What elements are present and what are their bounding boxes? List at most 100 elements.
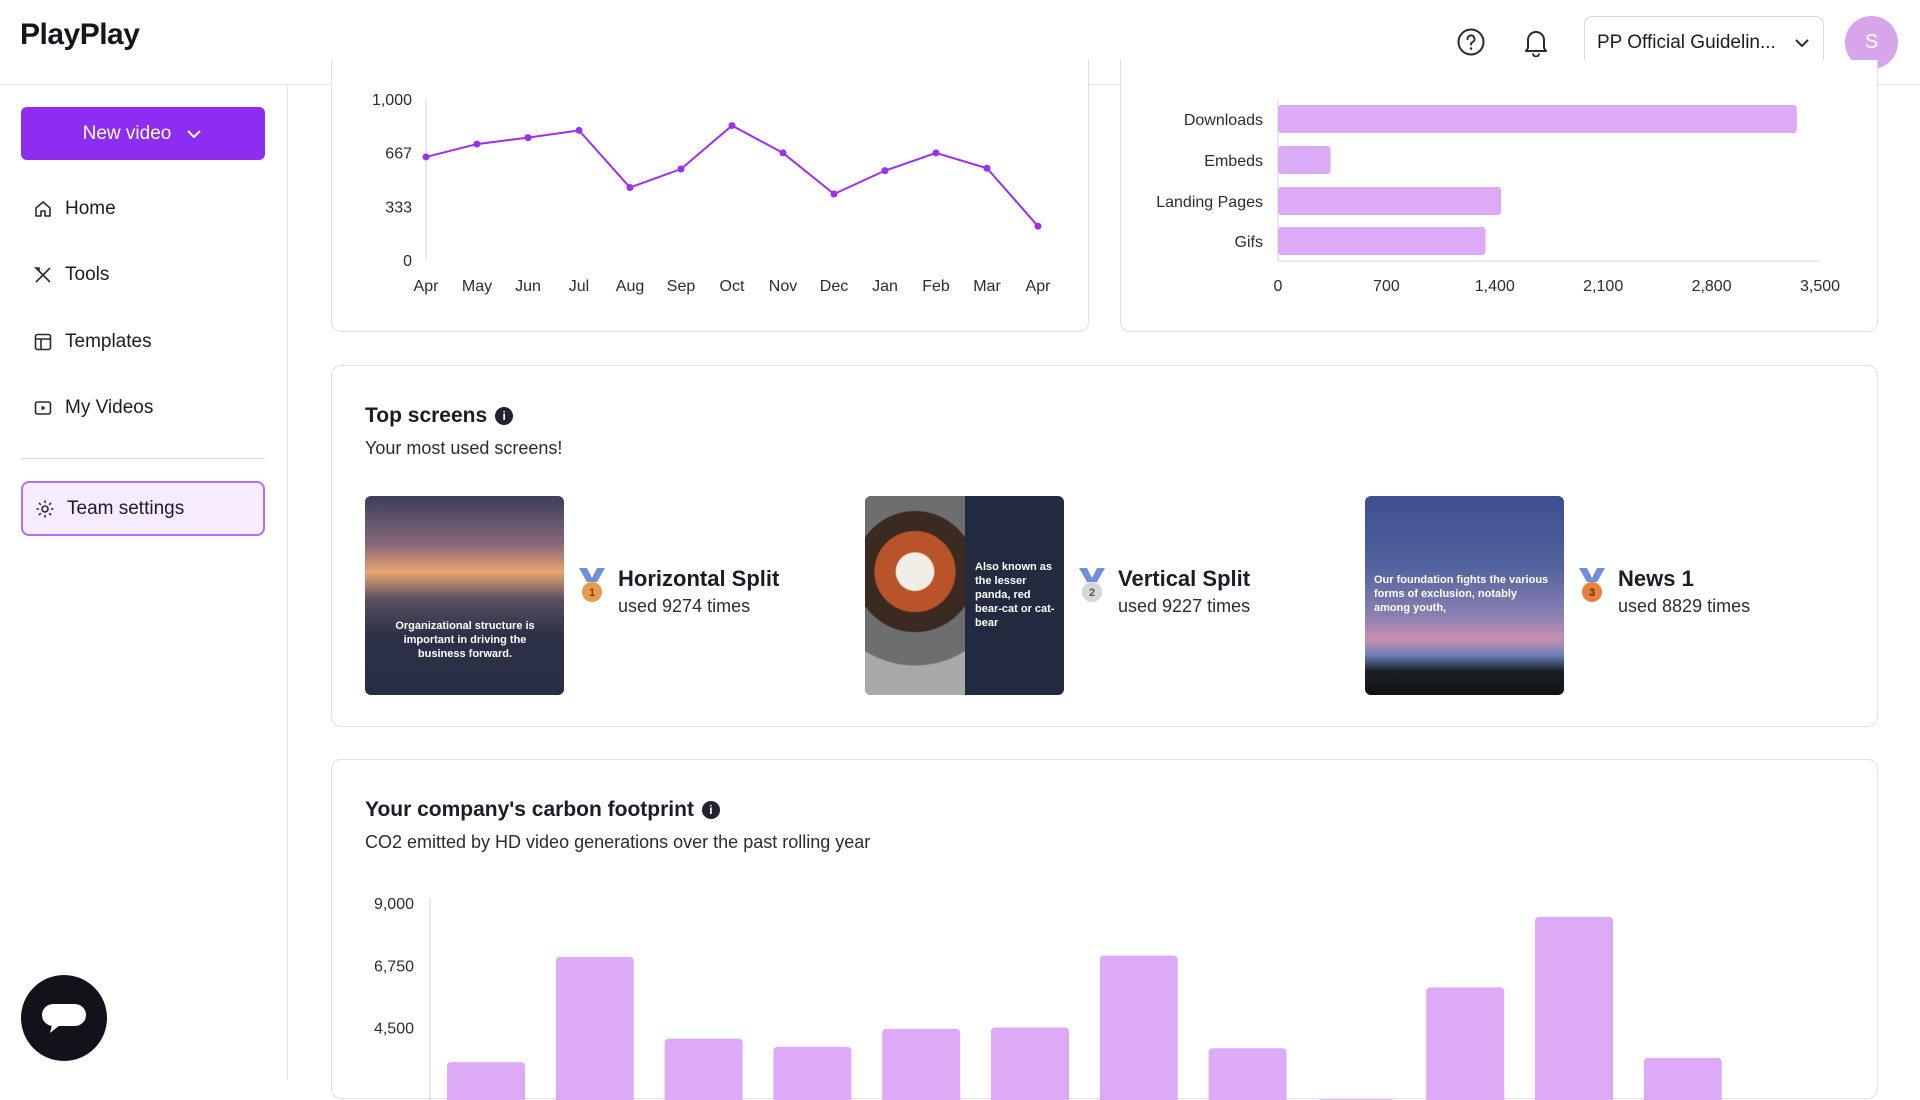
sidebar-item-label: Templates bbox=[65, 331, 152, 353]
thumb-caption: Organizational structure is important in… bbox=[390, 619, 540, 661]
sidebar-item-label: Tools bbox=[65, 264, 109, 286]
sidebar-item-label: Home bbox=[65, 198, 116, 220]
bar bbox=[991, 1028, 1069, 1100]
bronze-medal-icon: 3 bbox=[1575, 566, 1609, 604]
playplay-logo[interactable]: PlayPlay bbox=[20, 18, 139, 52]
x-tick-label: May bbox=[462, 278, 492, 295]
category-label: Landing Pages bbox=[1156, 194, 1263, 211]
data-point bbox=[678, 166, 685, 173]
screen-name: Horizontal Split bbox=[618, 566, 779, 592]
thumb-caption: Also known as the lesser panda, red bear… bbox=[975, 560, 1055, 630]
screen-thumbnail[interactable]: Our foundation fights the various forms … bbox=[1365, 496, 1564, 695]
x-tick-label: 2,100 bbox=[1583, 278, 1623, 295]
x-tick-label: Apr bbox=[414, 278, 440, 295]
carbon-bar-chart: 4,500 6,750 9,000 bbox=[332, 760, 1879, 1100]
x-tick-label: Sep bbox=[667, 278, 696, 295]
data-point bbox=[576, 127, 583, 134]
series-line bbox=[426, 126, 1038, 227]
bar bbox=[1278, 227, 1486, 255]
screen-name: News 1 bbox=[1618, 566, 1694, 592]
bar bbox=[882, 1029, 960, 1100]
y-tick-label: 9,000 bbox=[374, 896, 414, 913]
data-point bbox=[831, 190, 838, 197]
data-point bbox=[729, 122, 736, 129]
views-by-type-bar-chart: DownloadsEmbedsLanding PagesGifs07001,40… bbox=[1121, 60, 1879, 332]
x-tick-label: Mar bbox=[973, 278, 1001, 295]
x-tick-label: Jul bbox=[569, 278, 589, 295]
sidebar-divider bbox=[21, 458, 265, 459]
data-point bbox=[780, 149, 787, 156]
top-screen-item[interactable]: Organizational structure is important in… bbox=[365, 496, 845, 696]
y-tick-label: 4,500 bbox=[374, 1021, 414, 1038]
y-tick-label: 333 bbox=[385, 199, 412, 216]
x-tick-label: Dec bbox=[820, 278, 848, 295]
x-tick-label: 700 bbox=[1373, 278, 1400, 295]
videos-icon bbox=[33, 398, 53, 418]
x-tick-label: 3,500 bbox=[1800, 278, 1840, 295]
data-point bbox=[525, 134, 532, 141]
top-screen-item[interactable]: Also known as the lesser panda, red bear… bbox=[865, 496, 1345, 696]
bar bbox=[1535, 917, 1613, 1100]
bar bbox=[447, 1062, 525, 1100]
bar bbox=[1278, 146, 1331, 174]
x-tick-label: Apr bbox=[1026, 278, 1052, 295]
bar bbox=[1100, 956, 1178, 1100]
y-tick-label: 6,750 bbox=[374, 958, 414, 975]
screen-thumbnail[interactable]: Organizational structure is important in… bbox=[365, 496, 564, 695]
y-tick-label: 1,000 bbox=[372, 92, 412, 109]
data-point bbox=[423, 153, 430, 160]
x-tick-label: Aug bbox=[616, 278, 644, 295]
x-tick-label: Feb bbox=[922, 278, 950, 295]
sidebar: New video Home Tools Templates My Videos… bbox=[0, 85, 288, 1080]
chat-support-button[interactable] bbox=[21, 975, 107, 1061]
gold-medal-icon: 1 bbox=[575, 566, 609, 604]
top-screens-subtitle: Your most used screens! bbox=[365, 438, 562, 459]
home-icon bbox=[33, 199, 53, 219]
category-label: Embeds bbox=[1204, 153, 1263, 170]
x-tick-label: 2,800 bbox=[1692, 278, 1732, 295]
top-screen-item[interactable]: Our foundation fights the various forms … bbox=[1365, 496, 1845, 696]
x-tick-label: Oct bbox=[720, 278, 745, 295]
views-line-chart: 03336671,000AprMayJunJulAugSepOctNovDecJ… bbox=[332, 60, 1090, 332]
top-screens-card: Top screens i Your most used screens! Or… bbox=[331, 365, 1878, 727]
sidebar-item-label: Team settings bbox=[67, 498, 184, 520]
sidebar-item-team-settings[interactable]: Team settings bbox=[21, 481, 265, 536]
bar bbox=[773, 1047, 851, 1100]
bar bbox=[665, 1039, 743, 1100]
sidebar-item-label: My Videos bbox=[65, 397, 153, 419]
screen-thumbnail[interactable]: Also known as the lesser panda, red bear… bbox=[865, 496, 1064, 695]
bar bbox=[556, 957, 634, 1100]
chevron-down-icon bbox=[185, 125, 203, 143]
gear-icon bbox=[35, 499, 55, 519]
screen-uses: used 9274 times bbox=[618, 596, 750, 617]
data-point bbox=[882, 167, 889, 174]
sidebar-item-tools[interactable]: Tools bbox=[21, 253, 265, 297]
top-screens-title: Top screens i bbox=[365, 404, 513, 428]
data-point bbox=[1035, 223, 1042, 230]
bar bbox=[1426, 987, 1504, 1100]
new-video-button[interactable]: New video bbox=[21, 107, 265, 160]
screen-uses: used 9227 times bbox=[1118, 596, 1250, 617]
sidebar-item-templates[interactable]: Templates bbox=[21, 320, 265, 364]
bar bbox=[1209, 1048, 1287, 1100]
category-label: Gifs bbox=[1235, 234, 1263, 251]
data-point bbox=[984, 165, 991, 172]
screen-name: Vertical Split bbox=[1118, 566, 1250, 592]
category-label: Downloads bbox=[1184, 112, 1263, 129]
help-icon[interactable] bbox=[1453, 24, 1489, 60]
bar bbox=[1644, 1058, 1722, 1100]
x-tick-label: Nov bbox=[769, 278, 797, 295]
bar bbox=[1278, 105, 1797, 133]
notification-bell-icon[interactable] bbox=[1518, 24, 1554, 60]
bar bbox=[1278, 187, 1501, 215]
chevron-down-icon bbox=[1793, 34, 1811, 52]
sidebar-item-home[interactable]: Home bbox=[21, 187, 265, 231]
new-video-label: New video bbox=[83, 123, 172, 145]
templates-icon bbox=[33, 332, 53, 352]
medal-rank: 2 bbox=[1089, 587, 1095, 599]
sidebar-item-my-videos[interactable]: My Videos bbox=[21, 386, 265, 430]
x-tick-label: Jan bbox=[872, 278, 898, 295]
info-icon[interactable]: i bbox=[495, 407, 513, 425]
carbon-footprint-card: Your company's carbon footprint i CO2 em… bbox=[331, 759, 1878, 1099]
data-point bbox=[474, 141, 481, 148]
